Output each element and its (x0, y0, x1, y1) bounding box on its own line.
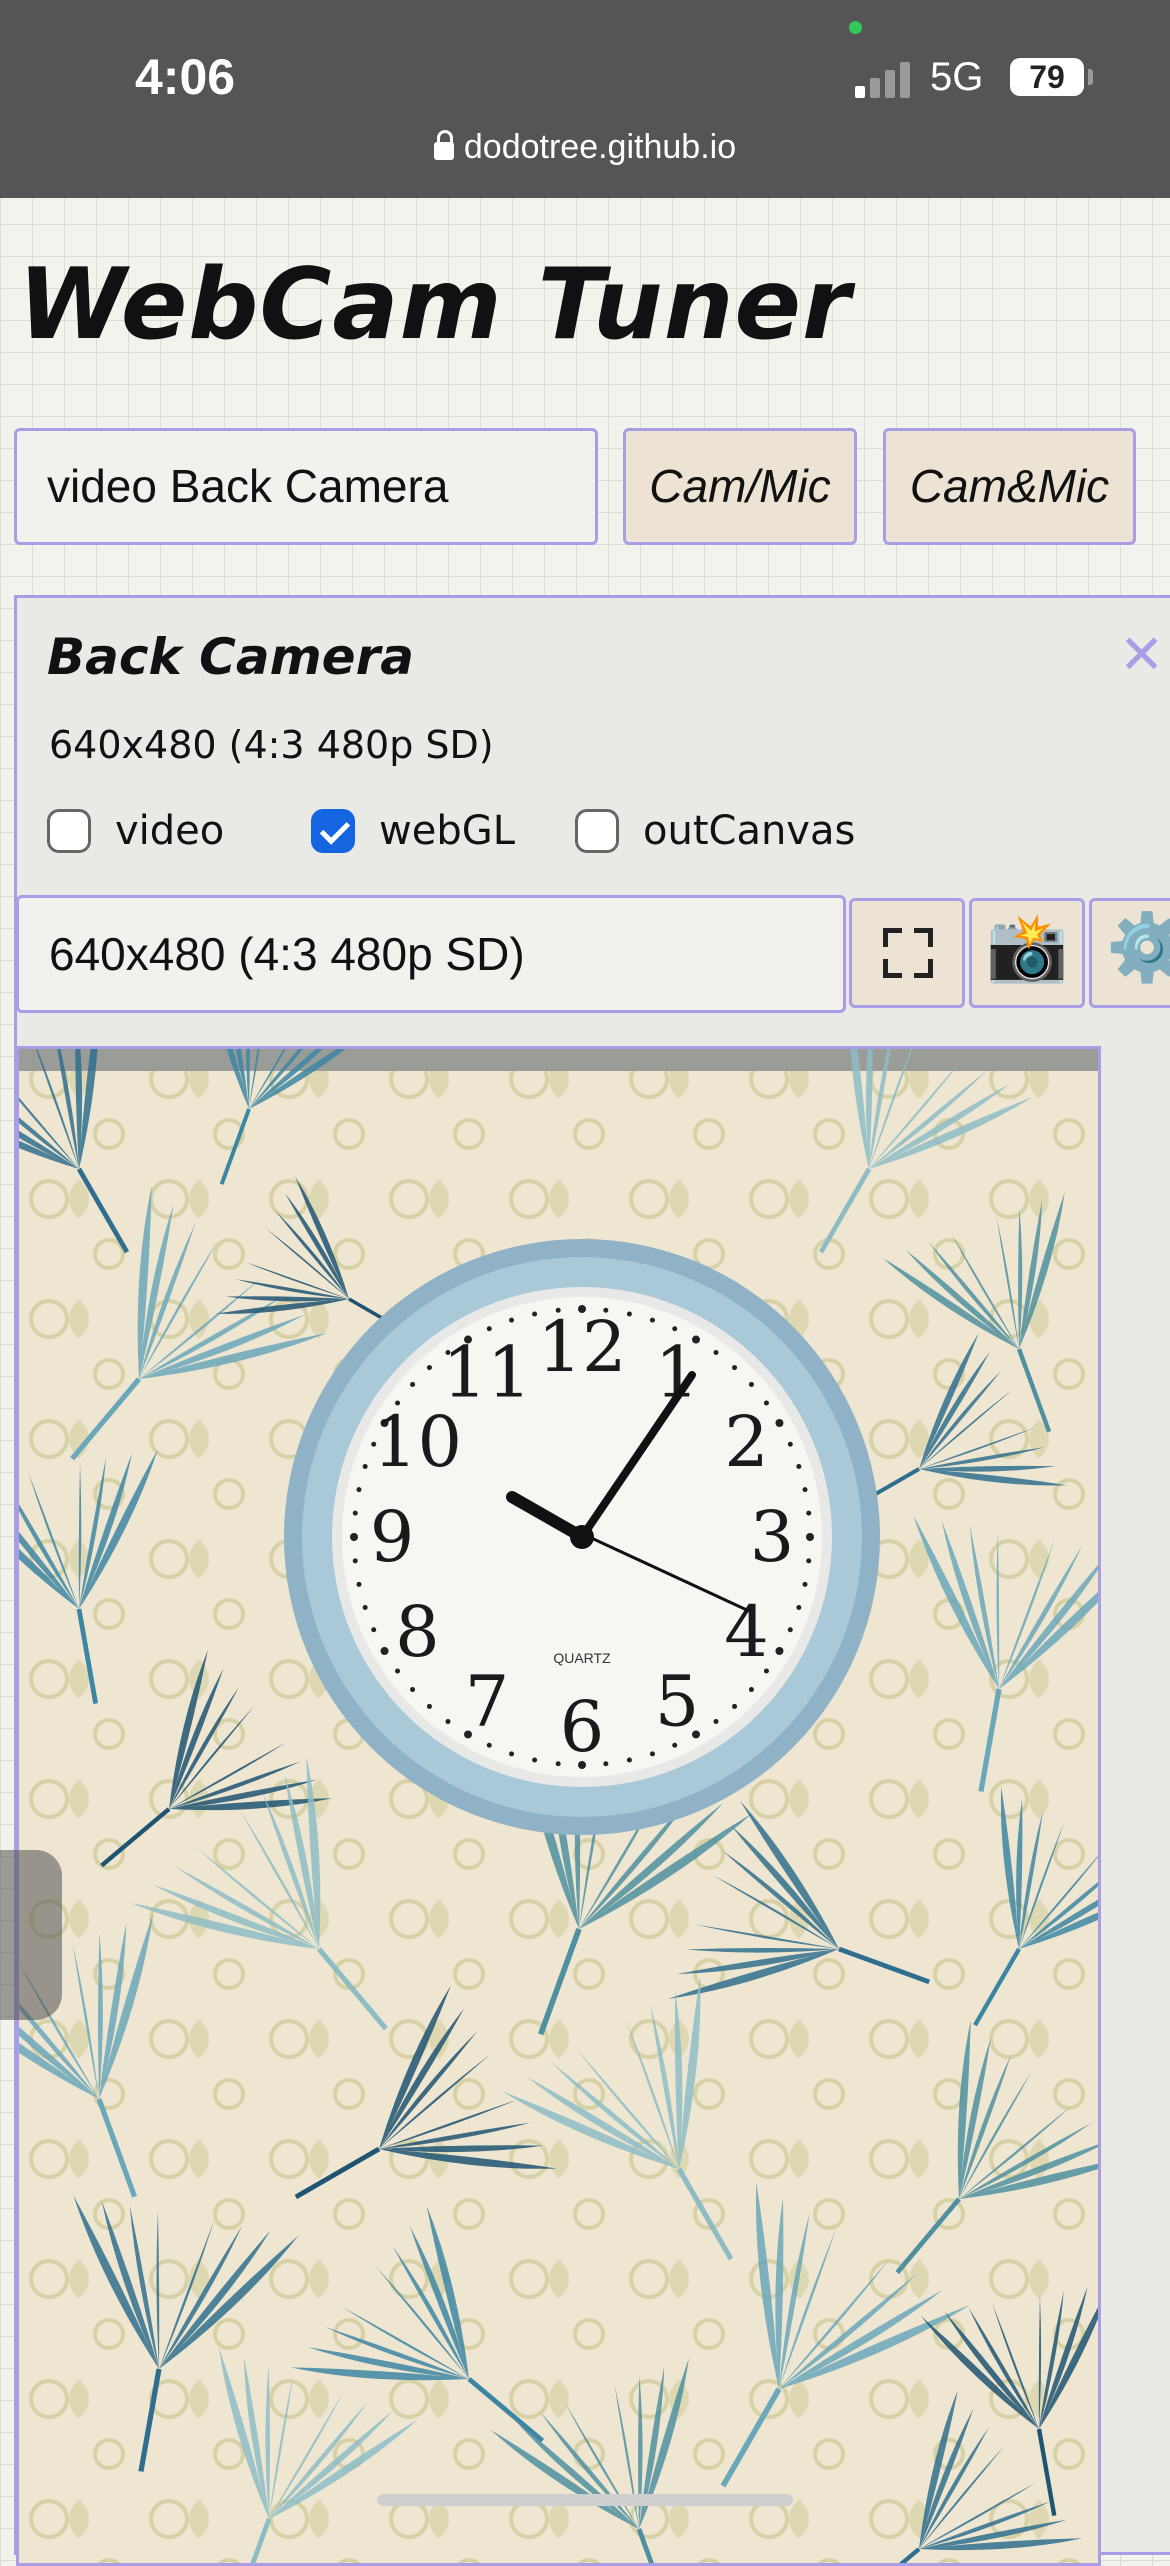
device-select[interactable]: video Back Camera (14, 428, 598, 545)
checkbox-video[interactable]: video (47, 806, 224, 858)
clock-number: 6 (560, 1686, 605, 1768)
fullscreen-button[interactable] (849, 898, 965, 1008)
resolution-select[interactable]: 640x480 (4:3 480p SD) (16, 895, 846, 1013)
clock-number: 8 (395, 1591, 440, 1673)
checkbox-outcanvas[interactable]: outCanvas (575, 806, 855, 858)
snapshot-button[interactable]: 📸 (969, 898, 1085, 1008)
clock-brand: QUARTZ (553, 1650, 611, 1666)
clock-number: 3 (750, 1496, 795, 1578)
network-type: 5G (930, 55, 984, 99)
panel-title: Back Camera (47, 628, 414, 686)
clock-number: 12 (537, 1306, 626, 1388)
checkbox-webgl-box[interactable] (311, 809, 355, 853)
clock-number: 11 (442, 1331, 531, 1413)
address-bar[interactable]: dodotree.github.io (0, 128, 1170, 167)
camera-panel: Back Camera ✕ 640x480 (4:3 480p SD) vide… (14, 595, 1170, 2566)
fullscreen-icon (883, 928, 933, 978)
status-time: 4:06 (135, 49, 236, 105)
battery-icon: 79 (1010, 58, 1084, 96)
clock-number: 9 (370, 1496, 415, 1578)
checkbox-video-label: video (115, 808, 225, 854)
checkbox-webgl[interactable]: webGL (311, 806, 515, 858)
close-icon[interactable]: ✕ (1119, 628, 1164, 682)
camera-image: 12 1234567891011 QUARTZ (19, 1049, 1098, 2563)
cam-and-mic-button[interactable]: Cam&Mic (883, 428, 1136, 545)
battery-tip (1088, 69, 1093, 85)
gear-icon: ⚙️ (1106, 909, 1170, 986)
clock-number: 5 (655, 1661, 700, 1743)
wall-clock: 12 1234567891011 QUARTZ (284, 1239, 880, 1835)
clock-number: 2 (724, 1401, 769, 1483)
page-title: WebCam Tuner (18, 248, 852, 362)
camera-flash-icon: 📸 (986, 909, 1069, 986)
settings-button[interactable]: ⚙️ (1089, 898, 1170, 1008)
checkbox-outcanvas-box[interactable] (575, 809, 619, 853)
clock-number: 7 (465, 1661, 510, 1743)
home-indicator[interactable] (377, 2494, 793, 2506)
checkbox-outcanvas-label: outCanvas (643, 808, 856, 854)
url-text: dodotree.github.io (463, 128, 737, 166)
checkbox-webgl-label: webGL (379, 808, 515, 854)
side-panel-handle[interactable] (0, 1850, 62, 2020)
video-feed[interactable]: 12 1 2 3 4 5 6 7 8 9 10 11 QUARTZ (16, 1046, 1101, 2566)
camera-indicator-dot (849, 21, 862, 34)
cam-mic-button[interactable]: Cam/Mic (623, 428, 857, 545)
resolution-info: 640x480 (4:3 480p SD) (49, 723, 494, 767)
checkbox-video-box[interactable] (47, 809, 91, 853)
signal-icon (855, 58, 915, 98)
status-bar: 4:06 5G 79 dodotree.github.io (0, 0, 1170, 198)
lock-icon (433, 130, 454, 160)
